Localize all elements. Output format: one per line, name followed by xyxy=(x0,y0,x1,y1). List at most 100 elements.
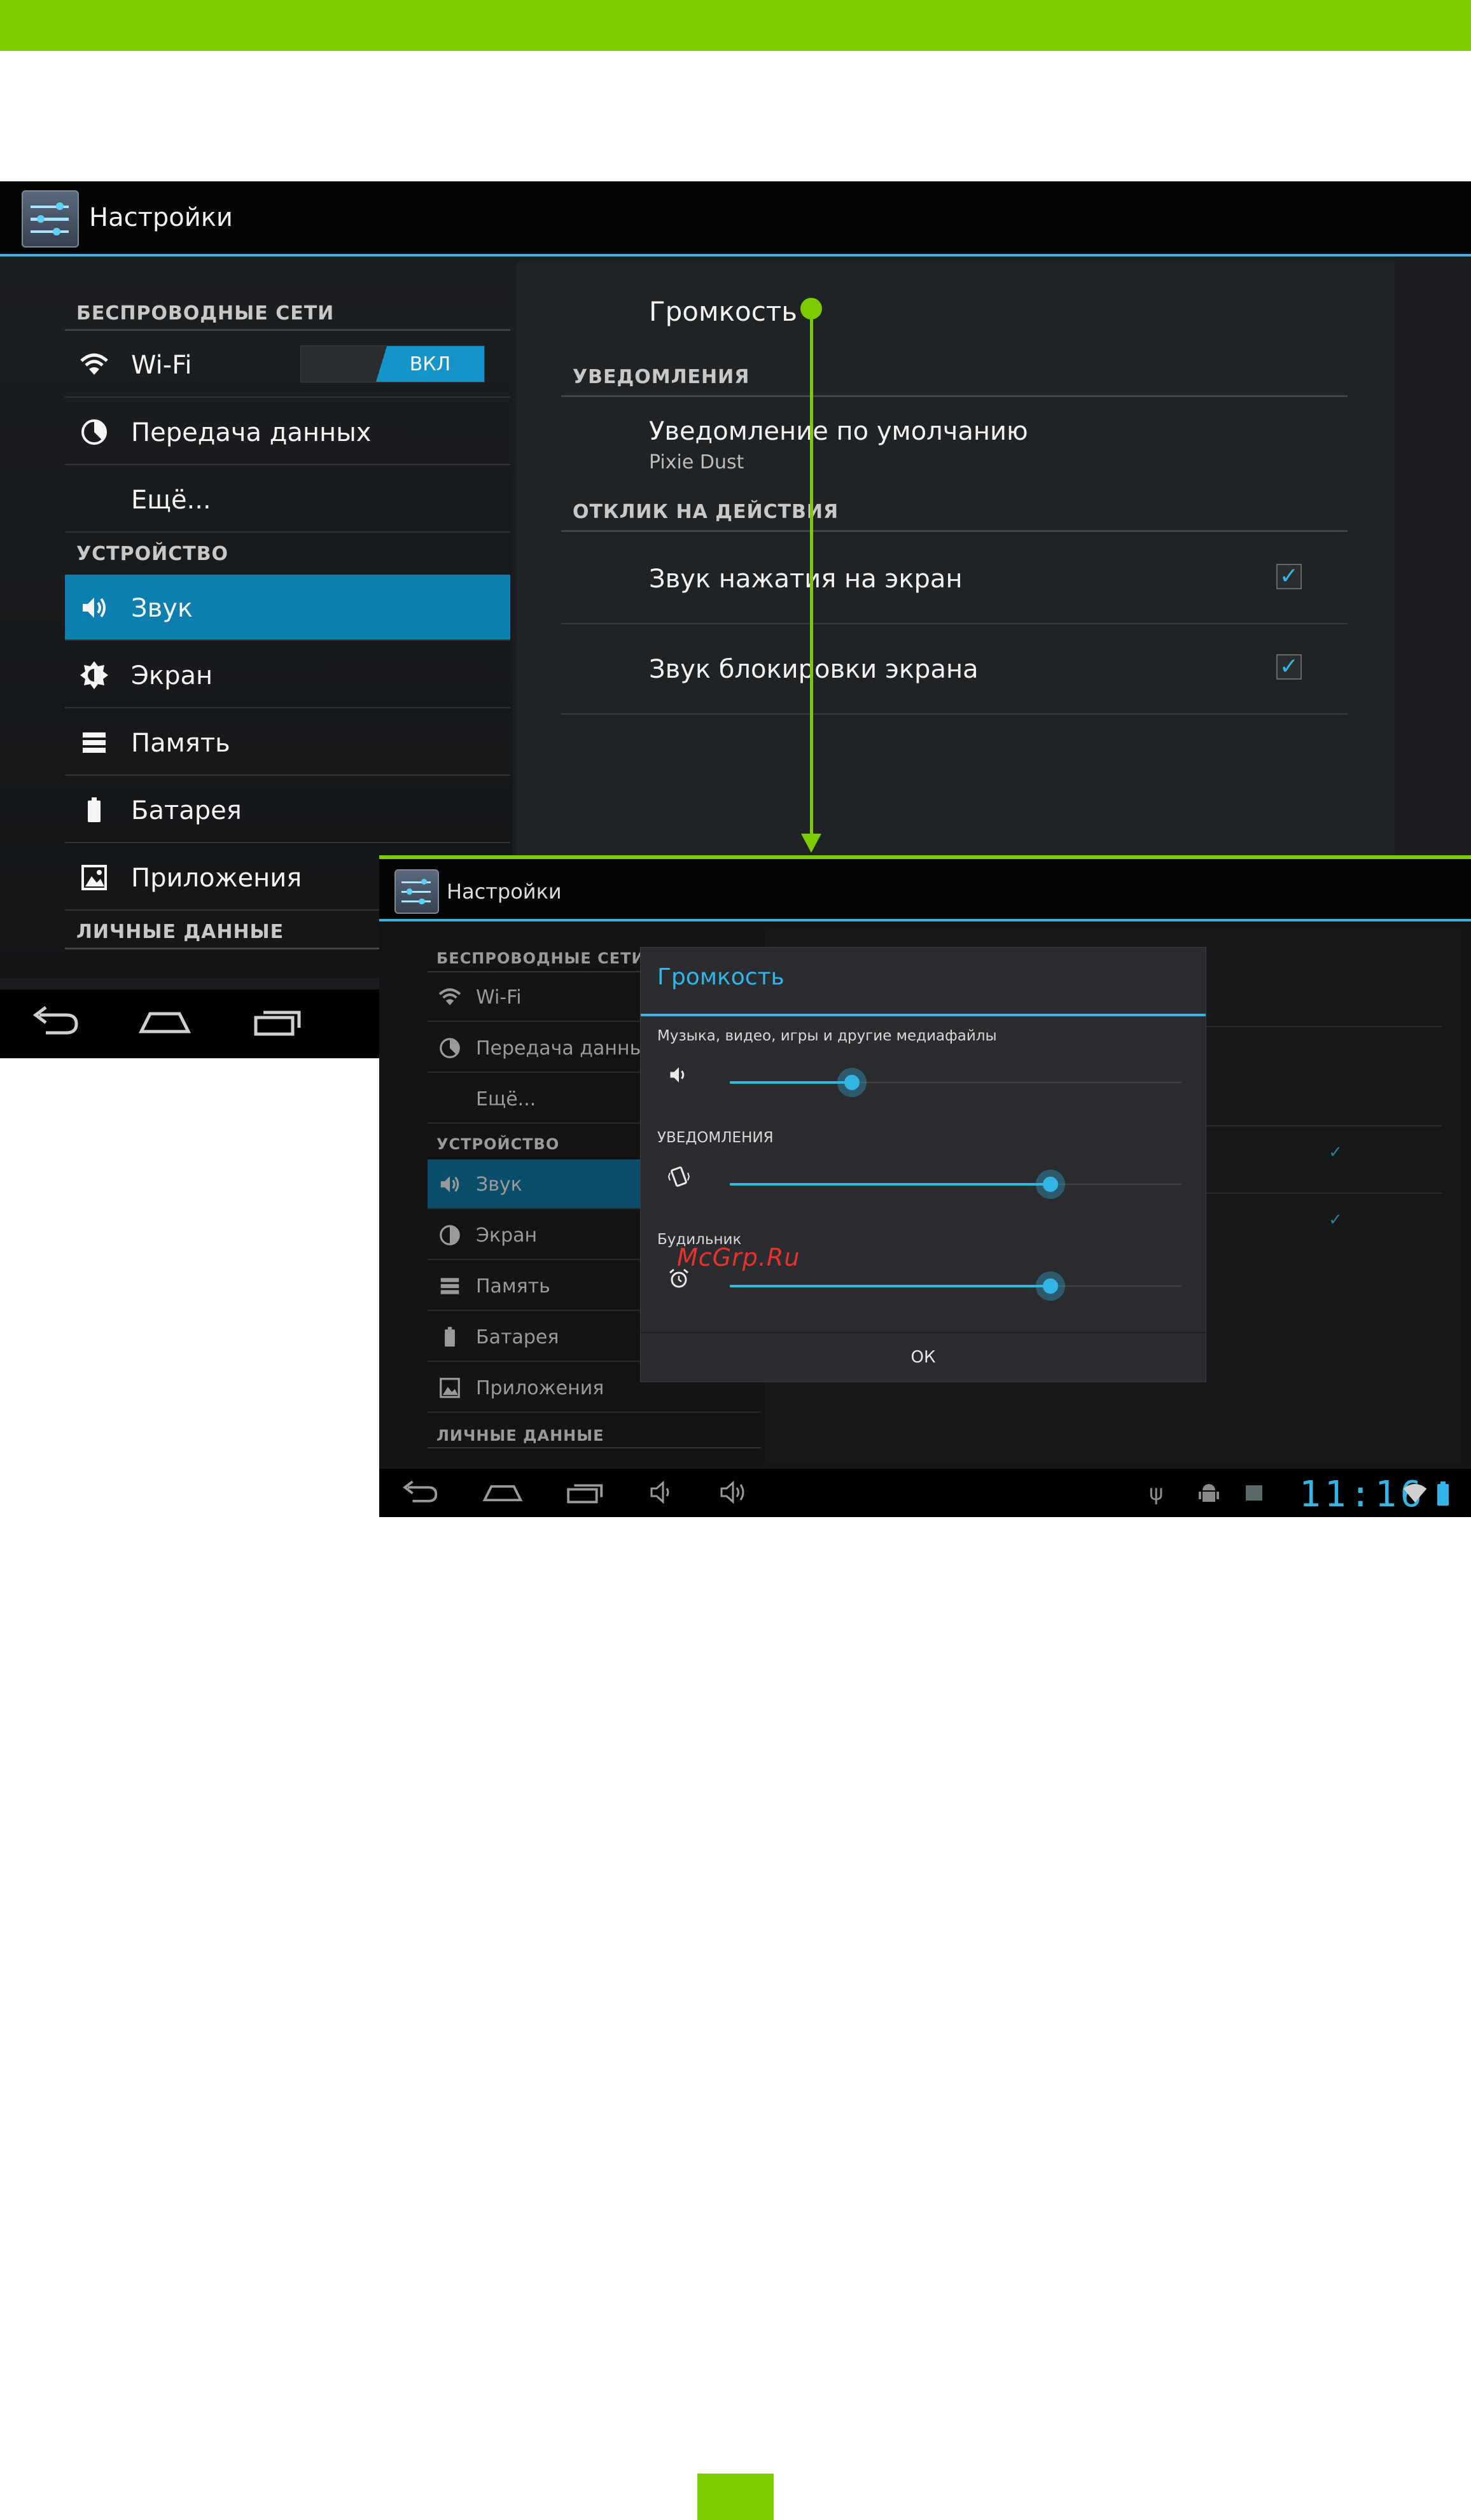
header-divider xyxy=(561,530,1348,532)
apps-icon xyxy=(79,862,109,893)
usb-icon: ψ xyxy=(1149,1480,1164,1506)
brightness-icon xyxy=(79,660,109,690)
speaker-icon xyxy=(666,1063,692,1092)
sidebar-item-label: Ещё... xyxy=(476,1088,536,1110)
volume-down-icon[interactable] xyxy=(639,1478,690,1512)
alarm-volume-fill xyxy=(730,1285,1051,1287)
notification-volume-slider[interactable] xyxy=(730,1170,1182,1199)
callout-arrow-dot xyxy=(800,298,822,319)
notification-icon xyxy=(1244,1480,1264,1511)
home-icon[interactable] xyxy=(477,1478,528,1512)
android-debug-icon xyxy=(1197,1480,1220,1511)
ok-button[interactable]: ОК xyxy=(641,1333,1206,1382)
section-divider xyxy=(65,329,510,331)
wifi-toggle-on: ВКЛ xyxy=(376,346,484,382)
sidebar-item-label: Ещё... xyxy=(131,486,211,515)
app-title: Настройки xyxy=(89,203,233,232)
speaker-icon xyxy=(438,1172,462,1196)
data-usage-icon xyxy=(79,417,109,447)
section-wireless: БЕСПРОВОДНЫЕ СЕТИ xyxy=(436,949,645,967)
sidebar-item-label: Передача данных xyxy=(131,418,372,447)
notification-volume-fill xyxy=(730,1183,1051,1186)
sidebar-item-label: Звук xyxy=(476,1173,522,1196)
callout-arrow-head xyxy=(801,834,821,853)
media-volume-fill xyxy=(730,1081,852,1084)
lock-sound-checkbox[interactable]: ✓ xyxy=(1326,1212,1345,1231)
section-divider xyxy=(428,1447,761,1448)
notifications-header: УВЕДОМЛЕНИЯ xyxy=(573,366,750,388)
notification-volume-label: УВЕДОМЛЕНИЯ xyxy=(657,1130,774,1146)
recent-apps-icon[interactable] xyxy=(243,1002,313,1047)
settings-app-icon[interactable] xyxy=(394,869,439,914)
apps-icon xyxy=(438,1376,462,1400)
touch-sound-label: Звук нажатия на экран xyxy=(649,564,963,594)
sidebar-item-label: Приложения xyxy=(131,864,302,893)
touch-sound-checkbox[interactable]: ✓ xyxy=(1326,1144,1345,1163)
action-bar: Настройки xyxy=(0,181,1471,256)
sidebar-item-label: Батарея xyxy=(476,1326,559,1348)
sidebar-item-label: Wi-Fi xyxy=(476,986,522,1009)
top-green-band xyxy=(0,0,1471,51)
sidebar-item-label: Память xyxy=(476,1275,550,1298)
row-divider xyxy=(561,713,1348,715)
storage-icon xyxy=(79,727,109,758)
header-divider xyxy=(561,395,1348,397)
wifi-signal-icon xyxy=(1401,1480,1429,1511)
notification-volume-thumb[interactable] xyxy=(1036,1170,1066,1199)
default-notification-title[interactable]: Уведомление по умолчанию xyxy=(649,417,1028,446)
media-volume-slider[interactable] xyxy=(730,1068,1182,1097)
sidebar-item-sound[interactable]: Звук xyxy=(65,575,510,641)
lock-sound-checkbox[interactable]: ✓ xyxy=(1276,654,1302,680)
lock-sound-label: Звук блокировки экрана xyxy=(649,655,979,684)
sidebar-item-label: Передача данных xyxy=(476,1037,657,1060)
row-divider xyxy=(561,623,1348,624)
wifi-icon xyxy=(79,349,109,380)
app-title: Настройки xyxy=(447,879,562,904)
volume-up-icon[interactable] xyxy=(711,1478,762,1512)
sidebar-item-label: Батарея xyxy=(131,796,242,825)
media-volume-label: Музыка, видео, игры и другие медиафайлы xyxy=(657,1028,997,1044)
section-device: УСТРОЙСТВО xyxy=(436,1135,560,1153)
feedback-header: ОТКЛИК НА ДЕЙСТВИЯ xyxy=(573,501,839,523)
alarm-volume-thumb[interactable] xyxy=(1036,1271,1066,1301)
volume-dialog: Громкость Музыка, видео, игры и другие м… xyxy=(640,947,1206,1382)
sidebar-item-label: Звук xyxy=(131,594,193,623)
storage-icon xyxy=(438,1274,462,1298)
callout-arrow-line xyxy=(810,308,813,848)
default-notification-value: Pixie Dust xyxy=(649,451,744,473)
touch-sound-checkbox[interactable]: ✓ xyxy=(1276,564,1302,589)
recent-apps-icon[interactable] xyxy=(560,1478,611,1512)
back-icon[interactable] xyxy=(394,1478,445,1512)
navigation-bar: ψ 11:16 xyxy=(379,1469,1471,1517)
home-icon[interactable] xyxy=(130,1002,200,1047)
sidebar-item-label: Экран xyxy=(131,661,213,690)
dialog-title-divider xyxy=(641,1014,1206,1016)
sidebar-item-display[interactable]: Экран xyxy=(65,642,510,708)
page-number-box xyxy=(697,2474,774,2520)
section-device: УСТРОЙСТВО xyxy=(76,543,229,565)
section-personal: ЛИЧНЫЕ ДАННЫЕ xyxy=(76,921,284,943)
back-icon[interactable] xyxy=(20,1002,90,1047)
action-bar: Настройки xyxy=(379,859,1471,921)
sidebar-item-data-usage[interactable]: Передача данных xyxy=(65,399,510,465)
settings-app-icon[interactable] xyxy=(22,190,79,248)
wifi-icon xyxy=(438,985,462,1009)
sidebar-item-label: Приложения xyxy=(476,1377,604,1399)
data-usage-icon xyxy=(438,1036,462,1060)
speaker-icon xyxy=(79,592,109,623)
sidebar-item-storage[interactable]: Память xyxy=(65,710,510,776)
section-personal: ЛИЧНЫЕ ДАННЫЕ xyxy=(436,1427,604,1445)
media-volume-thumb[interactable] xyxy=(837,1068,867,1097)
sidebar-item-battery[interactable]: Батарея xyxy=(65,777,510,843)
sidebar-item-label: Экран xyxy=(476,1224,538,1247)
sidebar-item-label: Wi-Fi xyxy=(131,351,192,380)
wifi-toggle[interactable]: ВКЛ xyxy=(300,346,485,382)
volume-setting[interactable]: Громкость xyxy=(649,296,797,327)
alarm-volume-slider[interactable] xyxy=(730,1271,1182,1301)
brightness-icon xyxy=(438,1223,462,1247)
sidebar-item-more[interactable]: Ещё... xyxy=(65,466,510,533)
battery-icon xyxy=(438,1325,462,1349)
watermark-text: McGrp.Ru xyxy=(677,1243,800,1271)
vibrate-icon xyxy=(666,1165,692,1194)
sidebar-item-wifi[interactable]: Wi-Fi ВКЛ xyxy=(65,332,510,398)
